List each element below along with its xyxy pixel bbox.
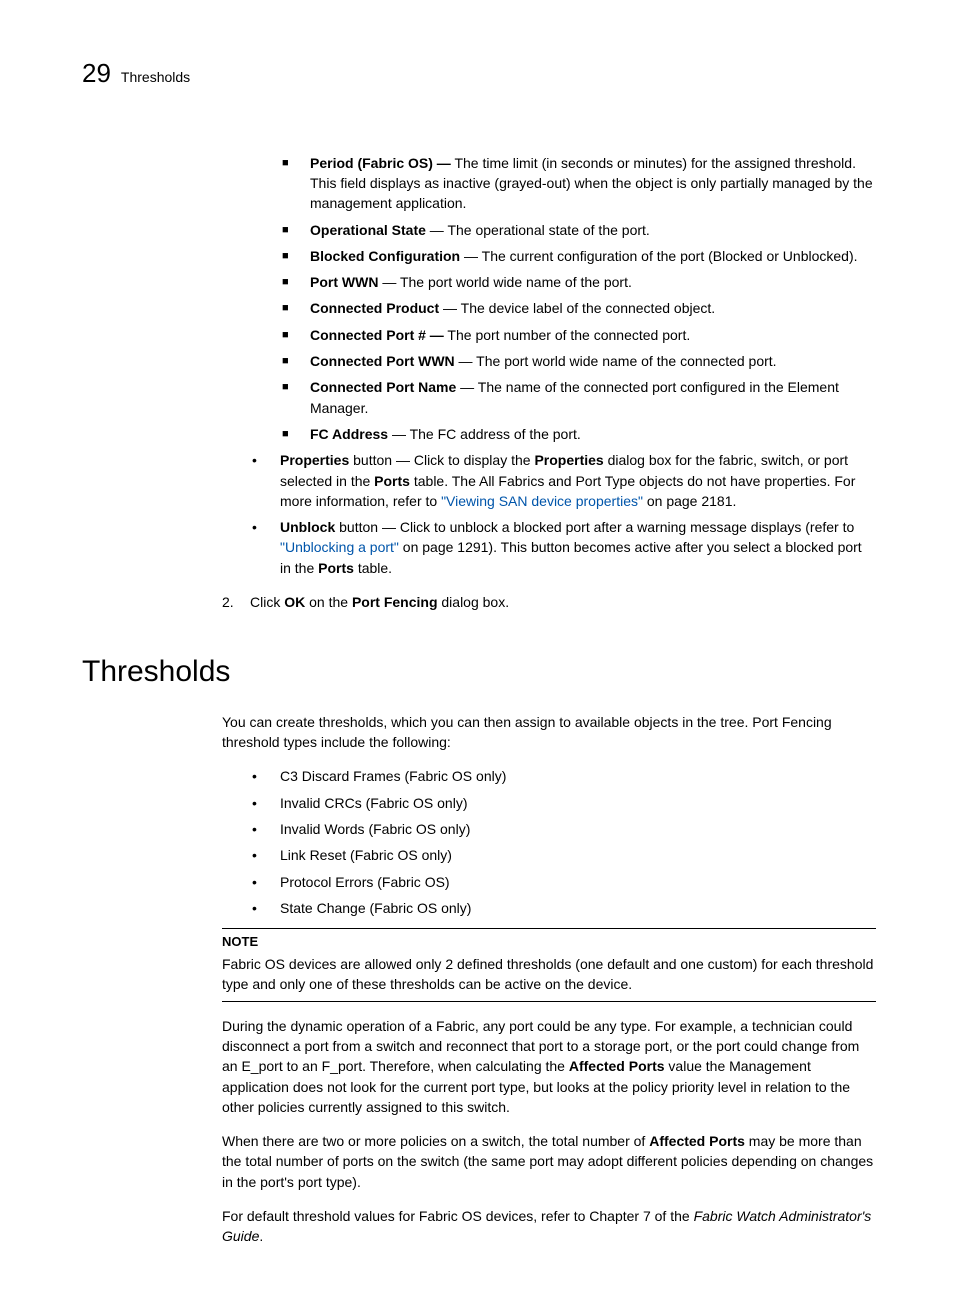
term: Operational State: [310, 222, 426, 238]
bullet-icon: •: [252, 793, 280, 813]
bullet-icon: •: [252, 819, 280, 839]
header-section-title: Thresholds: [121, 67, 190, 87]
list-item: • Unblock button — Click to unblock a bl…: [252, 517, 876, 578]
note-text: Fabric OS devices are allowed only 2 def…: [222, 954, 876, 995]
cross-reference-link[interactable]: "Viewing SAN device properties": [441, 493, 643, 509]
square-bullet-icon: ■: [282, 246, 310, 266]
square-bullet-icon: ■: [282, 153, 310, 214]
text: button — Click to display the: [349, 452, 534, 468]
list-item: 2. Click OK on the Port Fencing dialog b…: [222, 592, 876, 612]
text: State Change (Fabric OS only): [280, 898, 876, 918]
thresholds-content: You can create thresholds, which you can…: [222, 712, 876, 1247]
description: — The FC address of the port.: [388, 426, 581, 442]
list-item: •C3 Discard Frames (Fabric OS only): [252, 766, 876, 786]
list-item: •Invalid Words (Fabric OS only): [252, 819, 876, 839]
paragraph: During the dynamic operation of a Fabric…: [222, 1016, 876, 1117]
text: dialog box.: [438, 594, 510, 610]
list-item: •State Change (Fabric OS only): [252, 898, 876, 918]
list-item: • Properties button — Click to display t…: [252, 450, 876, 511]
content-block: ■Period (Fabric OS) — The time limit (in…: [222, 153, 876, 613]
term: Port WWN: [310, 274, 378, 290]
text: .: [259, 1228, 263, 1244]
list-item: ■Port WWN — The port world wide name of …: [282, 272, 876, 292]
bold-text: Properties: [534, 452, 603, 468]
square-bullet-icon: ■: [282, 351, 310, 371]
square-bullet-icon: ■: [282, 424, 310, 444]
bold-text: OK: [284, 594, 305, 610]
list-item: ■Connected Product — The device label of…: [282, 298, 876, 318]
description: — The device label of the connected obje…: [439, 300, 715, 316]
text: When there are two or more policies on a…: [222, 1133, 649, 1149]
bold-text: Ports: [374, 473, 410, 489]
square-bullet-icon: ■: [282, 220, 310, 240]
term: FC Address: [310, 426, 388, 442]
text: button — Click to unblock a blocked port…: [335, 519, 854, 535]
cross-reference-link[interactable]: "Unblocking a port": [280, 539, 399, 555]
text: on page 2181.: [643, 493, 736, 509]
description: — The port world wide name of the port.: [378, 274, 631, 290]
intro-paragraph: You can create thresholds, which you can…: [222, 712, 876, 753]
bullet-icon: •: [252, 845, 280, 865]
list-item: ■Connected Port WWN — The port world wid…: [282, 351, 876, 371]
bullet-icon: •: [252, 450, 280, 511]
list-item: •Invalid CRCs (Fabric OS only): [252, 793, 876, 813]
bold-text: Affected Ports: [569, 1058, 665, 1074]
term: Period (Fabric OS) —: [310, 155, 451, 171]
bullet-icon: •: [252, 872, 280, 892]
square-bullet-icon: ■: [282, 325, 310, 345]
square-bullet-icon: ■: [282, 272, 310, 292]
text: For default threshold values for Fabric …: [222, 1208, 694, 1224]
bold-text: Ports: [318, 560, 354, 576]
definition-list: ■Period (Fabric OS) — The time limit (in…: [282, 153, 876, 445]
description: — The operational state of the port.: [426, 222, 650, 238]
text: Protocol Errors (Fabric OS): [280, 872, 876, 892]
list-item: ■Blocked Configuration — The current con…: [282, 246, 876, 266]
description: The port number of the connected port.: [444, 327, 690, 343]
list-item: ■Connected Port Name — The name of the c…: [282, 377, 876, 418]
text: Click: [250, 594, 284, 610]
note-box: NOTE Fabric OS devices are allowed only …: [222, 928, 876, 1001]
text: Link Reset (Fabric OS only): [280, 845, 876, 865]
description: — The current configuration of the port …: [460, 248, 857, 264]
bullet-icon: •: [252, 766, 280, 786]
text: C3 Discard Frames (Fabric OS only): [280, 766, 876, 786]
term: Connected Product: [310, 300, 439, 316]
list-item: ■Period (Fabric OS) — The time limit (in…: [282, 153, 876, 214]
text: on the: [305, 594, 352, 610]
term: Connected Port # —: [310, 327, 444, 343]
paragraph: For default threshold values for Fabric …: [222, 1206, 876, 1247]
text: Invalid CRCs (Fabric OS only): [280, 793, 876, 813]
list-item: •Protocol Errors (Fabric OS): [252, 872, 876, 892]
bold-text: Properties: [280, 452, 349, 468]
list-item: ■Connected Port # — The port number of t…: [282, 325, 876, 345]
text: Invalid Words (Fabric OS only): [280, 819, 876, 839]
chapter-number: 29: [82, 55, 111, 93]
note-label: NOTE: [222, 933, 876, 952]
list-item: •Link Reset (Fabric OS only): [252, 845, 876, 865]
paragraph: When there are two or more policies on a…: [222, 1131, 876, 1192]
section-title: Thresholds: [82, 650, 876, 694]
square-bullet-icon: ■: [282, 377, 310, 418]
bold-text: Port Fencing: [352, 594, 438, 610]
bullet-icon: •: [252, 517, 280, 578]
bullet-icon: •: [252, 898, 280, 918]
term: Blocked Configuration: [310, 248, 460, 264]
bullet-list: • Properties button — Click to display t…: [252, 450, 876, 578]
list-item: ■FC Address — The FC address of the port…: [282, 424, 876, 444]
bold-text: Unblock: [280, 519, 335, 535]
term: Connected Port WWN: [310, 353, 455, 369]
description: — The port world wide name of the connec…: [455, 353, 777, 369]
text: table.: [354, 560, 392, 576]
bold-text: Affected Ports: [649, 1133, 745, 1149]
threshold-types-list: •C3 Discard Frames (Fabric OS only) •Inv…: [252, 766, 876, 918]
numbered-step: 2. Click OK on the Port Fencing dialog b…: [222, 592, 876, 612]
term: Connected Port Name: [310, 379, 456, 395]
list-item: ■Operational State — The operational sta…: [282, 220, 876, 240]
page-header: 29 Thresholds: [82, 55, 876, 93]
step-number: 2.: [222, 592, 250, 612]
square-bullet-icon: ■: [282, 298, 310, 318]
